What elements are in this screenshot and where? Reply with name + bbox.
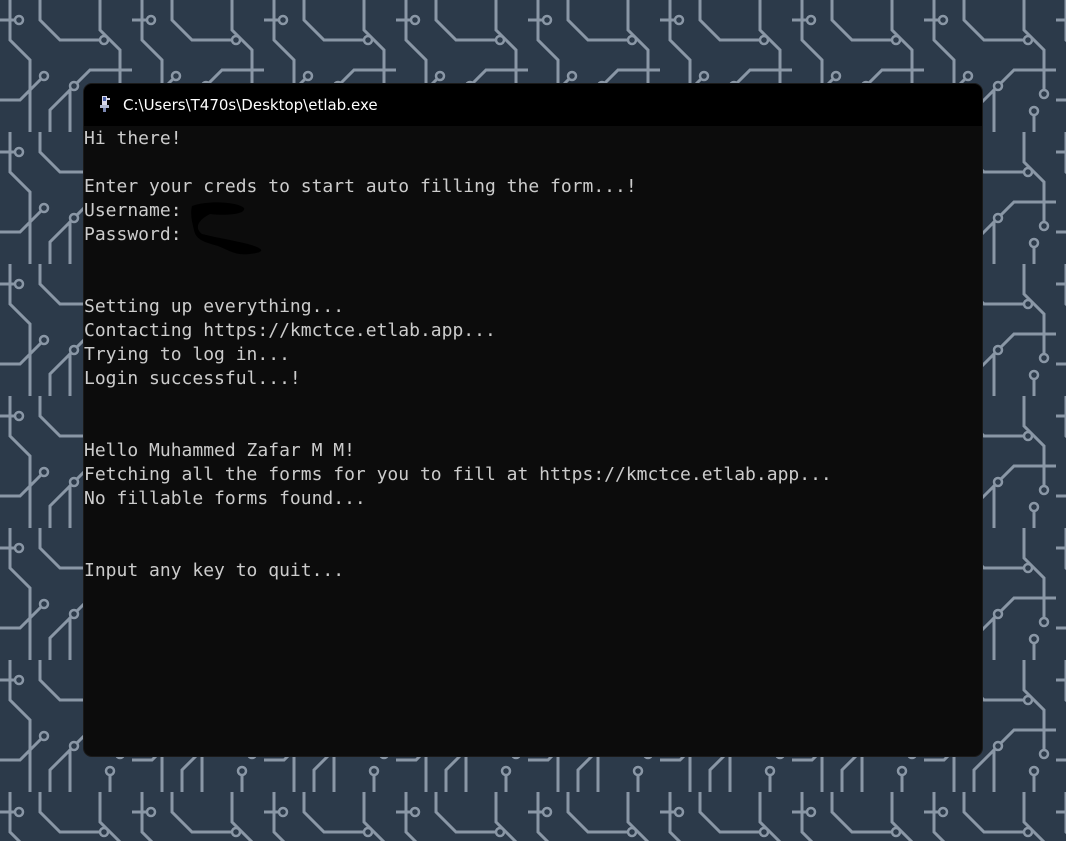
console-line: No fillable forms found... [84,488,366,509]
console-line: Fetching all the forms for you to fill a… [84,464,832,485]
title-bar[interactable]: C:\Users\T470s\Desktop\etlab.exe [84,84,982,126]
console-line: Hello Muhammed Zafar M M! [84,440,355,461]
console-line: Setting up everything... [84,296,345,317]
window-title: C:\Users\T470s\Desktop\etlab.exe [123,96,378,114]
redaction-mark [191,202,262,255]
console-window[interactable]: C:\Users\T470s\Desktop\etlab.exe Hi ther… [84,84,982,756]
console-line: Input any key to quit... [84,560,345,581]
console-line: Trying to log in... [84,344,290,365]
console-line: Contacting https://kmctce.etlab.app... [84,320,496,341]
console-app-icon [100,96,110,112]
console-line: Enter your creds to start auto filling t… [84,176,637,197]
console-line: Hi there! [84,128,182,149]
console-line: Login successful...! [84,368,301,389]
